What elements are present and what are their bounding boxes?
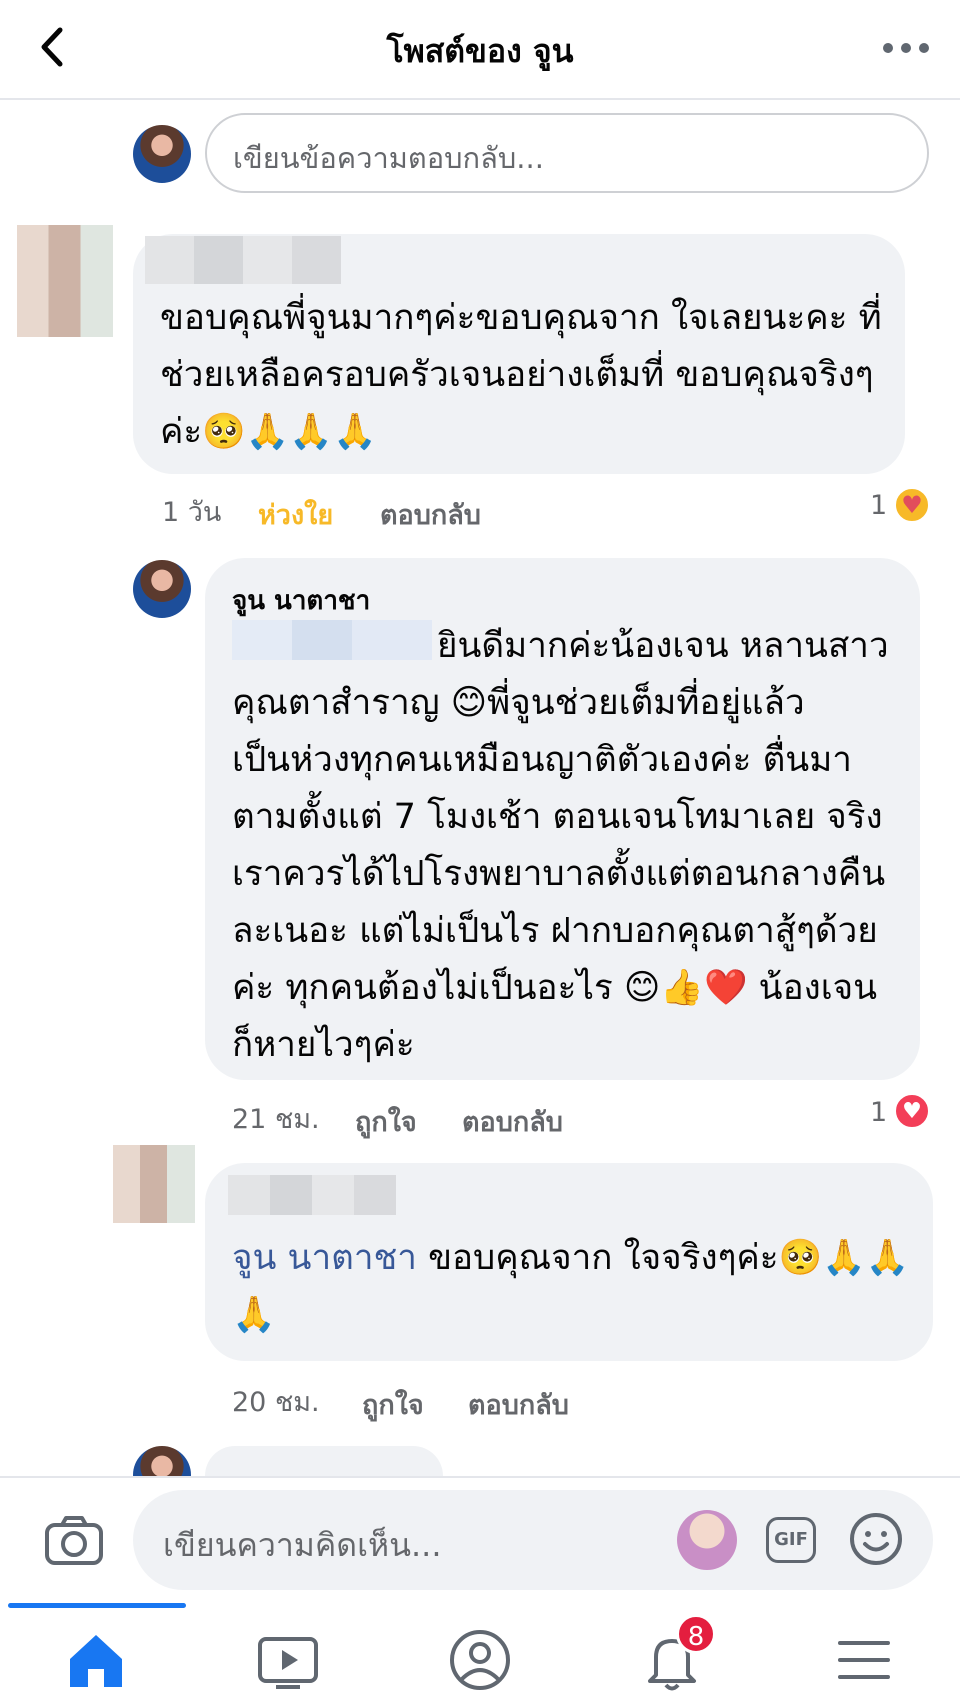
page-title: โพสต์ของ จูน <box>386 32 574 70</box>
comment-time: 20 ชม. <box>232 1387 320 1418</box>
comment-input[interactable]: เขียนความคิดเห็น... GIF <box>133 1490 933 1590</box>
emoji-icon[interactable] <box>849 1512 903 1566</box>
like-button[interactable]: ถูกใจ <box>355 1100 417 1143</box>
commenter-name[interactable]: จูน นาตาชา <box>232 580 370 621</box>
menu-icon[interactable] <box>824 1625 904 1695</box>
reply-button[interactable]: ตอบกลับ <box>462 1100 563 1143</box>
comment-input-placeholder: เขียนความคิดเห็น... <box>163 1526 442 1564</box>
comment-text: ขอบคุณพี่จูนมากๆค่ะขอบคุณจาก ใจเลยนะคะ ท… <box>160 290 900 461</box>
care-reaction-button[interactable]: ห่วงใย <box>258 493 333 536</box>
divider <box>0 1476 960 1478</box>
comment-line: ช่วยเหลือครอบครัวเจนอย่างเต็มที่ ขอบคุณจ… <box>160 355 874 395</box>
avatar[interactable] <box>17 225 113 337</box>
profile-icon[interactable] <box>440 1625 520 1695</box>
home-icon[interactable] <box>56 1625 136 1695</box>
comment-line: ตามตั้งแต่ 7 โมงเช้า ตอนเจนโทมาเลย จริง <box>232 797 883 837</box>
avatar[interactable] <box>133 125 191 183</box>
comment-line: ละเนอะ แต่ไม่เป็นไร ฝากบอกคุณตาสู้ๆด้วย <box>232 911 878 951</box>
comment-text: จูน นาตาชา ขอบคุณจาก ใจจริงๆค่ะ🥺🙏🙏 🙏 <box>232 1230 922 1344</box>
comment-line: ก็หายไวๆค่ะ <box>232 1025 415 1065</box>
comment-line: เป็นห่วงทุกคนเหมือนญาติตัวเองค่ะ ตื่นมา <box>232 740 852 780</box>
watch-video-icon[interactable] <box>248 1625 328 1695</box>
reaction-count: 1 <box>870 1097 888 1128</box>
avatar[interactable] <box>133 560 191 618</box>
comment-line: ค่ะ ทุกคนต้องไม่เป็นอะไร 😊👍❤️ น้องเจน <box>232 968 878 1008</box>
comment-line-text: ขอบคุณจาก ใจจริงๆค่ะ🥺🙏🙏 <box>416 1238 910 1278</box>
more-options-icon[interactable] <box>876 28 936 68</box>
comment-time: 1 วัน <box>162 497 222 528</box>
notification-badge: 8 <box>676 1614 716 1654</box>
comment-line: คุณตาสำราญ 😊พี่จูนช่วยเต็มที่อยู่แล้ว <box>232 683 805 723</box>
mention-link[interactable]: จูน นาตาชา <box>232 1238 417 1278</box>
like-button[interactable]: ถูกใจ <box>362 1383 424 1426</box>
avatar-sticker-icon[interactable] <box>677 1510 737 1570</box>
comment-line: ขอบคุณพี่จูนมากๆค่ะขอบคุณจาก ใจเลยนะคะ ท… <box>160 298 882 338</box>
care-emoji-icon: ♥ <box>893 486 931 524</box>
camera-icon[interactable] <box>44 1515 104 1567</box>
reply-input-placeholder: เขียนข้อความตอบกลับ... <box>233 141 544 175</box>
gif-button[interactable]: GIF <box>766 1517 816 1563</box>
avatar[interactable] <box>113 1145 195 1223</box>
comment-time: 21 ชม. <box>232 1104 320 1135</box>
comment-line: 🙏 <box>232 1295 276 1335</box>
reply-button[interactable]: ตอบกลับ <box>468 1383 569 1426</box>
comment-text: ยินดีมากค่ะน้องเจน หลานสาว คุณตาสำราญ 😊พ… <box>232 618 912 1074</box>
comment-line: ค่ะ🥺🙏🙏🙏 <box>160 412 377 452</box>
blurred-name <box>145 236 341 284</box>
reply-input[interactable]: เขียนข้อความตอบกลับ... <box>205 113 929 193</box>
comment-line: ยินดีมากค่ะน้องเจน หลานสาว <box>437 626 889 666</box>
comment-line: จูน นาตาชา ขอบคุณจาก ใจจริงๆค่ะ🥺🙏🙏 <box>232 1230 922 1287</box>
comment-line: เราควรได้ไปโรงพยาบาลตั้งแต่ตอนกลางคืน <box>232 854 886 894</box>
reply-button[interactable]: ตอบกลับ <box>380 493 481 536</box>
heart-reaction-icon: ♥ <box>893 1092 931 1130</box>
reaction-count: 1 <box>870 490 888 521</box>
blurred-name <box>228 1175 396 1215</box>
active-tab-indicator <box>8 1603 186 1608</box>
